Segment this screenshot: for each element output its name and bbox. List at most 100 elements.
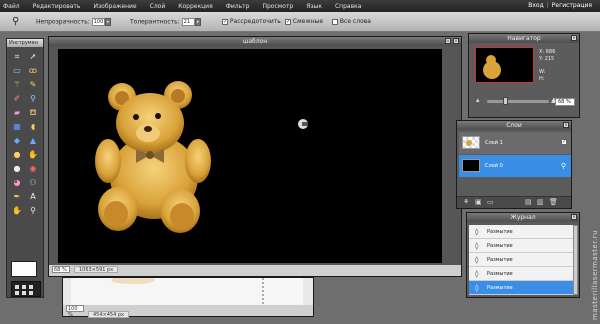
image-canvas[interactable]	[58, 49, 442, 263]
teddy-bear-image	[95, 81, 308, 233]
navigator-zoom-slider[interactable]	[487, 97, 549, 105]
menu-edit[interactable]: Редактировать	[33, 3, 81, 10]
tolerance-control: Толерантность: 21 ▾	[130, 18, 201, 26]
hand-icon[interactable]: ✋	[10, 205, 24, 217]
watermark-text: masterillasermaster.ru	[591, 229, 599, 320]
eraser-icon[interactable]: ▰	[10, 107, 24, 119]
opacity-input[interactable]: 100	[91, 18, 105, 26]
magic-wand-tool-icon: ⚲	[12, 16, 20, 27]
tolerance-dropdown-icon[interactable]: ▾	[194, 18, 201, 26]
layer-name: Слой 1	[485, 140, 503, 146]
navigator-thumbnail[interactable]	[475, 47, 534, 83]
menu-view[interactable]: Просмотр	[262, 3, 293, 10]
layer-row[interactable]: Слой 0 ⚲	[459, 155, 571, 177]
register-link[interactable]: Регистрация	[552, 2, 592, 9]
history-item[interactable]: ◊ Размытие	[469, 225, 573, 239]
menu-adjustments[interactable]: Коррекция	[178, 3, 212, 10]
layer-row[interactable]: Слой 1 ✓	[459, 132, 571, 154]
layer-style-icon[interactable]: ⚘	[463, 198, 469, 206]
antialias-checkbox[interactable]: ✓	[222, 18, 228, 25]
color-swatch[interactable]	[11, 261, 37, 277]
burn-icon[interactable]: ●	[10, 163, 24, 175]
tolerance-input[interactable]: 21	[181, 18, 195, 26]
blur-drop-icon: ◊	[475, 284, 479, 292]
stamp-icon[interactable]: ⚇	[26, 177, 40, 189]
document-status-bar: 68 % 1063×591 px	[49, 265, 461, 276]
zoom-icon[interactable]: ⚲	[26, 205, 40, 217]
view-mode-buttons[interactable]	[11, 281, 41, 297]
menu-bar: Файл Редактировать Изображение Слой Корр…	[0, 0, 600, 12]
pen-icon[interactable]: ✒	[10, 191, 24, 203]
crop-icon[interactable]: ⌗	[10, 51, 24, 63]
login-link[interactable]: Вход	[528, 2, 544, 9]
menu-language[interactable]: Язык	[306, 3, 322, 10]
history-item[interactable]: ◊ Размытие	[469, 267, 573, 281]
dodge-icon[interactable]: ✋	[26, 149, 40, 161]
drop-icon[interactable]: ◆	[10, 135, 24, 147]
tolerance-label: Толерантность:	[130, 18, 180, 26]
smudge-icon[interactable]: ◕	[10, 177, 24, 189]
opacity-control: Непрозрачность: 100 ▾	[36, 18, 111, 26]
options-bar: ⚲ Непрозрачность: 100 ▾ Толерантность: 21…	[0, 12, 600, 32]
background-size-label: 454×454 px	[88, 311, 129, 318]
maximize-icon[interactable]: ▫	[445, 38, 451, 44]
zoom-out-icon[interactable]: ▴	[476, 96, 480, 104]
contiguous-checkbox[interactable]: ✓	[285, 18, 291, 25]
sharpen-icon[interactable]: ▲	[26, 135, 40, 147]
lasso-icon[interactable]: ꝏ	[26, 65, 40, 77]
navigator-close-icon[interactable]: ×	[571, 35, 577, 41]
close-icon[interactable]: ×	[453, 38, 459, 44]
nav-y-label: Y:	[539, 56, 544, 62]
new-layer-icon[interactable]: ▤	[525, 198, 532, 206]
background-zoom-field[interactable]: 100 %	[66, 305, 84, 318]
blur-icon[interactable]: ◖	[26, 121, 40, 133]
new-folder-icon[interactable]: ▭	[487, 198, 494, 206]
eye-icon[interactable]: ◉	[26, 163, 40, 175]
brush-icon[interactable]: ✐	[10, 93, 24, 105]
layers-close-icon[interactable]: ×	[563, 122, 569, 128]
history-title: Журнал	[467, 213, 579, 222]
menu-help[interactable]: Справка	[335, 3, 361, 10]
delete-layer-icon[interactable]: 🗑	[549, 198, 558, 206]
blur-drop-icon: ◊	[475, 270, 479, 278]
opacity-label: Непрозрачность:	[36, 18, 90, 26]
all-layers-option[interactable]: Все слова	[332, 18, 371, 25]
contiguous-label: Смежные	[292, 18, 324, 25]
layer-visibility-checkbox[interactable]: ✓	[561, 139, 567, 145]
layers-panel: Слои × Слой 1 ✓ Слой 0 ⚲ ⚘ ▣ ▭ ▤ ▥ 🗑	[456, 120, 572, 209]
clone-icon[interactable]: ⚲	[26, 93, 40, 105]
marquee-icon[interactable]: ▭	[10, 65, 24, 77]
zoom-slider-handle[interactable]	[503, 97, 508, 105]
all-layers-checkbox[interactable]	[332, 18, 338, 25]
menu-file[interactable]: Файл	[3, 3, 20, 10]
history-close-icon[interactable]: ×	[571, 214, 577, 220]
document-window[interactable]: шаблон ▫ × 68 % 1063×591 px	[48, 36, 462, 277]
history-item[interactable]: ◊ Размытие	[469, 239, 573, 253]
bucket-icon[interactable]: ⛾	[26, 107, 40, 119]
contiguous-option[interactable]: ✓ Смежные	[285, 18, 323, 25]
navigator-zoom-field[interactable]: 68 %	[555, 98, 575, 106]
account-links: Вход | Регистрация	[528, 2, 592, 9]
background-document-window[interactable]: 100 % 454×454 px	[62, 277, 314, 318]
menu-filter[interactable]: Фильтр	[226, 3, 250, 10]
history-scrollbar[interactable]	[573, 225, 578, 295]
sponge-icon[interactable]: ●	[10, 149, 24, 161]
layer-lock-icon[interactable]: ⚲	[561, 155, 566, 177]
history-item[interactable]: ◊ Размытие	[469, 253, 573, 267]
pencil-icon[interactable]: ✎	[26, 79, 40, 91]
gradient-icon[interactable]: ▦	[10, 121, 24, 133]
layer-thumbnail	[462, 159, 480, 172]
duplicate-layer-icon[interactable]: ▥	[537, 198, 544, 206]
history-item-selected[interactable]: ◊ Размытие	[469, 281, 573, 295]
antialias-option[interactable]: ✓ Рассредоточить	[222, 18, 281, 25]
opacity-dropdown-icon[interactable]: ▾	[104, 18, 111, 26]
move-icon[interactable]: ➚	[26, 51, 40, 63]
text-icon[interactable]: A	[26, 191, 40, 203]
nav-x-value: 686	[545, 49, 556, 55]
menu-image[interactable]: Изображение	[93, 3, 136, 10]
tools-panel: Инструмен ⌗ ➚ ▭ ꝏ ⚚ ✎ ✐ ⚲ ▰ ⛾ ▦ ◖ ◆ ▲ ● …	[6, 38, 44, 298]
menu-layer[interactable]: Слой	[150, 3, 166, 10]
wand-icon[interactable]: ⚚	[10, 79, 24, 91]
document-zoom-field[interactable]: 68 %	[52, 266, 70, 273]
layer-mask-icon[interactable]: ▣	[475, 198, 482, 206]
